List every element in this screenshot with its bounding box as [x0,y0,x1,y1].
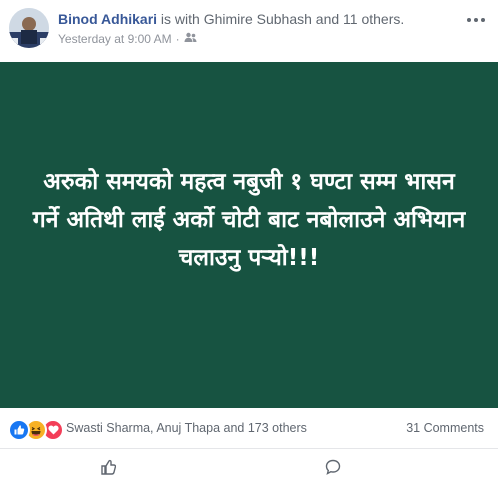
tagged-text[interactable]: is with Ghimire Subhash and 11 others. [157,11,404,27]
post-image[interactable]: अरुको समयको महत्व नबुजी १ घण्टा सम्म भास… [0,62,498,408]
post-header: Binod Adhikari is with Ghimire Subhash a… [0,0,498,62]
reactions-bar: Swasti Sharma, Anuj Thapa and 173 others… [0,408,498,449]
post-text: अरुको समयको महत्व नबुजी १ घण्टा सम्म भास… [32,169,466,271]
post-title-line: Binod Adhikari is with Ghimire Subhash a… [58,11,458,27]
post-timestamp[interactable]: Yesterday at 9:00 AM [58,32,172,46]
friends-icon[interactable] [184,32,197,46]
comments-count[interactable]: 31 Comments [406,421,484,435]
like-icon [8,419,30,441]
comment-action-icon[interactable] [325,459,341,475]
like-action-icon[interactable] [100,459,117,475]
more-options-icon[interactable] [464,10,488,30]
avatar[interactable] [9,8,49,48]
reaction-names[interactable]: Swasti Sharma, Anuj Thapa and 173 others [66,421,307,435]
action-bar [0,449,498,475]
avatar-photo [9,8,49,48]
separator: · [175,32,180,46]
author-name[interactable]: Binod Adhikari [58,11,157,27]
reaction-icons[interactable] [8,419,64,441]
